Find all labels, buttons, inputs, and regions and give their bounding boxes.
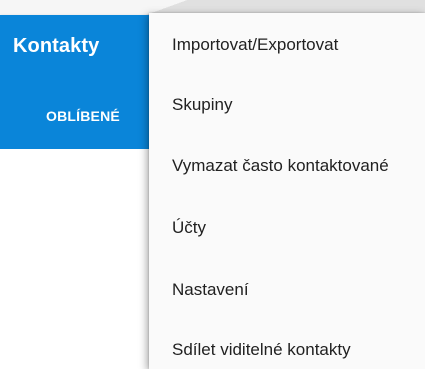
menu-item-share-visible-contacts[interactable]: Sdílet viditelné kontakty [149, 321, 425, 369]
menu-item-clear-frequent[interactable]: Vymazat často kontaktované [149, 137, 425, 195]
tab-favorites[interactable]: OBLÍBENÉ [46, 108, 120, 124]
menu-item-import-export[interactable]: Importovat/Exportovat [149, 16, 425, 74]
overflow-menu: Importovat/Exportovat Skupiny Vymazat ča… [149, 13, 425, 369]
menu-item-settings[interactable]: Nastavení [149, 261, 425, 319]
menu-item-groups[interactable]: Skupiny [149, 76, 425, 134]
menu-item-accounts[interactable]: Účty [149, 199, 425, 257]
app-title: Kontakty [13, 35, 100, 57]
